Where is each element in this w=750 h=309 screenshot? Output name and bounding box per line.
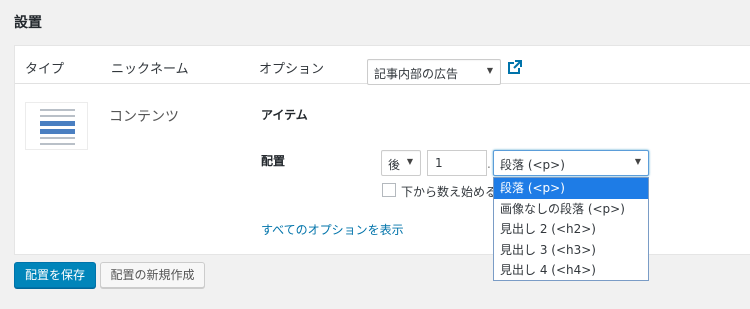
item-select-value: 記事内部の広告 bbox=[374, 67, 459, 81]
dropdown-option[interactable]: 見出し 3 (<h3>) bbox=[494, 240, 648, 261]
count-from-bottom-checkbox[interactable] bbox=[382, 183, 396, 197]
dropdown-option[interactable]: 見出し 4 (<h4>) bbox=[494, 260, 648, 281]
chevron-down-icon: ▼ bbox=[486, 66, 493, 75]
paragraph-number-input[interactable]: 1 bbox=[427, 150, 487, 176]
dropdown-option[interactable]: 段落 (<p>) bbox=[494, 178, 648, 199]
placement-label: 配置 bbox=[261, 154, 286, 168]
chevron-down-icon: ▼ bbox=[406, 157, 413, 166]
header-options: オプション bbox=[259, 62, 325, 77]
dropdown-option[interactable]: 画像なしの段落 (<p>) bbox=[494, 199, 648, 220]
position-select-value: 後 bbox=[388, 158, 401, 172]
item-select[interactable]: 記事内部の広告 ▼ bbox=[367, 59, 501, 85]
save-placements-button[interactable]: 配置を保存 bbox=[14, 262, 96, 288]
placement-nickname: コンテンツ bbox=[109, 109, 179, 125]
content-type-thumbnail bbox=[25, 102, 88, 150]
position-select[interactable]: 後 ▼ bbox=[381, 150, 421, 176]
external-link-icon[interactable] bbox=[508, 60, 522, 74]
item-label: アイテム bbox=[261, 108, 308, 122]
separator-dot: . bbox=[487, 157, 491, 171]
show-all-options-link[interactable]: すべてのオプションを表示 bbox=[261, 221, 404, 238]
header-nickname: ニックネーム bbox=[111, 62, 189, 77]
header-type: タイプ bbox=[25, 62, 65, 77]
dropdown-option[interactable]: 見出し 2 (<h2>) bbox=[494, 219, 648, 240]
paragraph-select[interactable]: 段落 (<p>) ▼ bbox=[493, 150, 649, 176]
chevron-down-icon: ▼ bbox=[634, 157, 641, 166]
section-title: 設置 bbox=[14, 15, 42, 31]
paragraph-dropdown-list: 段落 (<p>) 画像なしの段落 (<p>) 見出し 2 (<h2>) 見出し … bbox=[493, 177, 649, 281]
count-from-bottom-label: 下から数え始める bbox=[401, 185, 495, 199]
new-placement-button[interactable]: 配置の新規作成 bbox=[100, 262, 205, 288]
paragraph-select-value: 段落 (<p>) bbox=[500, 158, 565, 172]
